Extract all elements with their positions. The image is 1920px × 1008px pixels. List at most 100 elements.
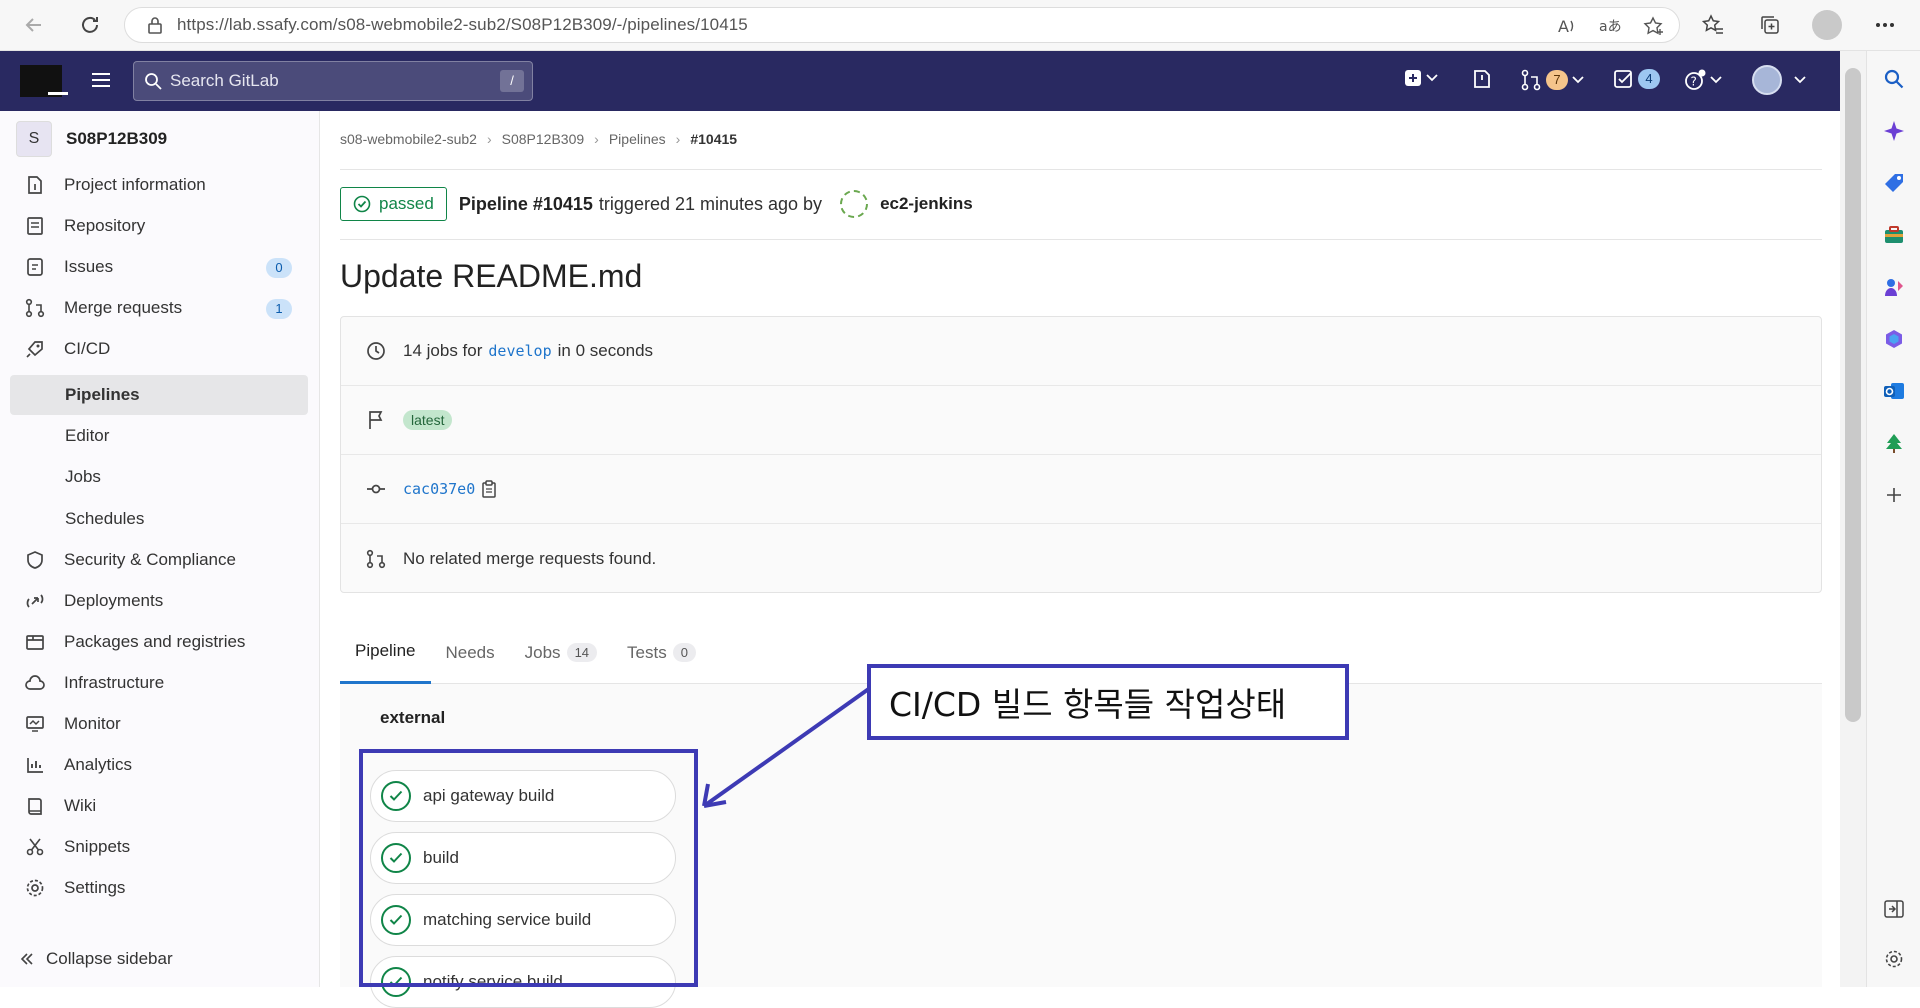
sidebar-item-pipelines[interactable]: Pipelines [10,375,308,415]
help-nav-button[interactable]: ? [1684,69,1722,91]
search-placeholder: Search GitLab [170,71,279,90]
collapse-sidebar-button[interactable]: Collapse sidebar [20,949,173,969]
favorites-icon[interactable] [1694,6,1732,44]
branch-link[interactable]: develop [488,342,551,360]
status-badge[interactable]: passed [340,187,447,221]
add-icon[interactable] [1880,481,1908,509]
commit-sha-link[interactable]: cac037e0 [403,480,475,498]
cloud-icon [24,674,46,692]
avatar[interactable] [840,190,869,218]
sidebar-item-settings[interactable]: Settings [10,869,308,907]
trigger-user-link[interactable]: ec2-jenkins [880,194,973,214]
sidebar-item-snippets[interactable]: Snippets [10,828,308,866]
search-icon[interactable] [1880,65,1908,93]
sidebar-item-label: Packages and registries [64,632,246,651]
callout-text: CI/CD 빌드 항목들 작업상태 [889,685,1287,724]
tab-count-badge: 14 [566,643,598,662]
sidebar-item-label: Snippets [64,837,131,856]
issues-nav-button[interactable] [1472,69,1492,89]
commit-icon [365,483,387,495]
tree-icon[interactable] [1880,429,1908,457]
chevron-down-icon [1572,76,1584,84]
sidebar-item-wiki[interactable]: Wiki [10,787,308,825]
sidebar-item-label: Schedules [65,509,145,528]
outlook-icon[interactable] [1880,377,1908,405]
tab-needs[interactable]: Needs [431,621,510,684]
translate-icon[interactable]: aあ [1599,16,1621,36]
breadcrumb-item[interactable]: s08-webmobile2-sub2 [340,131,477,147]
profile-icon[interactable] [1808,6,1846,44]
commit-row: cac037e0 [341,455,1821,524]
jobs-count-text: 14 jobs for [403,341,483,360]
tools-briefcase-icon[interactable] [1880,221,1908,249]
reload-icon[interactable] [70,5,110,45]
microsoft365-icon[interactable] [1880,325,1908,353]
sidebar-item-packages[interactable]: Packages and registries [10,623,308,661]
search-icon [144,72,162,90]
sidebar-item-cicd[interactable]: CI/CD [10,330,308,368]
sidebar-item-schedules[interactable]: Schedules [10,500,308,538]
sidebar-item-infrastructure[interactable]: Infrastructure [10,664,308,702]
svg-text:?: ? [1691,75,1697,89]
address-bar[interactable]: https://lab.ssafy.com/s08-webmobile2-sub… [124,7,1680,43]
todos-nav-button[interactable]: 4 [1614,69,1660,89]
sidebar-item-editor[interactable]: Editor [10,417,308,455]
breadcrumb-item[interactable]: S08P12B309 [502,131,585,147]
pipeline-id: Pipeline #10415 [458,193,593,214]
breadcrumb: s08-webmobile2-sub2 › S08P12B309 › Pipel… [340,131,737,147]
merge-requests-nav-button[interactable]: 7 [1520,69,1584,91]
collapse-sidebar-label: Collapse sidebar [46,949,173,968]
merge-request-icon [1521,69,1541,91]
help-icon: ? [1685,69,1706,90]
games-icon[interactable] [1880,273,1908,301]
breadcrumb-item[interactable]: Pipelines [609,131,666,147]
tab-jobs[interactable]: Jobs 14 [510,621,612,684]
stage-title: external [380,708,446,727]
read-aloud-icon[interactable]: A [1557,16,1577,36]
more-menu-icon[interactable] [1866,6,1904,44]
sidebar-toggle-icon[interactable] [1880,895,1908,923]
sidebar-item-label: Pipelines [65,385,140,404]
sidebar-item-label: Issues [64,257,114,276]
tab-label: Needs [445,642,495,662]
sidebar-item-merge-requests[interactable]: Merge requests 1 [10,289,308,327]
sidebar-item-security[interactable]: Security & Compliance [10,541,308,579]
flag-icon [365,410,387,430]
project-header[interactable]: S S08P12B309 [16,121,167,157]
project-avatar: S [16,121,52,157]
pipeline-header: passed Pipeline #10415 triggered 21 minu… [340,187,973,221]
tab-pipeline[interactable]: Pipeline [340,621,431,684]
sidebar-item-deployments[interactable]: Deployments [10,582,308,620]
gear-icon[interactable] [1880,945,1908,973]
svg-text:A: A [1558,17,1569,36]
sidebar-item-label: Security & Compliance [64,550,236,569]
collections-icon[interactable] [1751,6,1789,44]
shopping-tag-icon[interactable] [1880,169,1908,197]
status-label: passed [379,194,434,213]
issues-icon [1474,70,1490,88]
sidebar-item-label: CI/CD [64,339,111,358]
back-icon[interactable] [14,5,54,45]
plus-square-icon [1405,70,1421,86]
gitlab-logo[interactable] [20,65,68,97]
scrollbar-thumb[interactable] [1845,68,1861,722]
sidebar-item-monitor[interactable]: Monitor [10,705,308,743]
menu-icon[interactable] [90,71,112,89]
copy-icon[interactable] [481,480,497,498]
sidebar-item-jobs[interactable]: Jobs [10,458,308,496]
issues-icon [24,257,46,277]
copilot-sparkle-icon[interactable] [1880,117,1908,145]
breadcrumb-separator: › [675,131,681,147]
create-new-button[interactable] [1404,69,1438,87]
user-menu-button[interactable] [1752,65,1806,95]
search-input[interactable]: Search GitLab / [133,61,533,101]
sidebar-item-repository[interactable]: Repository [10,207,308,245]
sidebar-item-analytics[interactable]: Analytics [10,746,308,784]
breadcrumb-current[interactable]: #10415 [690,131,737,147]
jobs-summary-row: 14 jobs for develop in 0 seconds [341,317,1821,386]
sidebar-item-project-information[interactable]: Project information [10,166,308,204]
tab-tests[interactable]: Tests 0 [612,621,711,684]
url-text: https://lab.ssafy.com/s08-webmobile2-sub… [177,15,748,34]
favorite-add-icon[interactable] [1643,16,1665,36]
sidebar-item-issues[interactable]: Issues 0 [10,248,308,286]
